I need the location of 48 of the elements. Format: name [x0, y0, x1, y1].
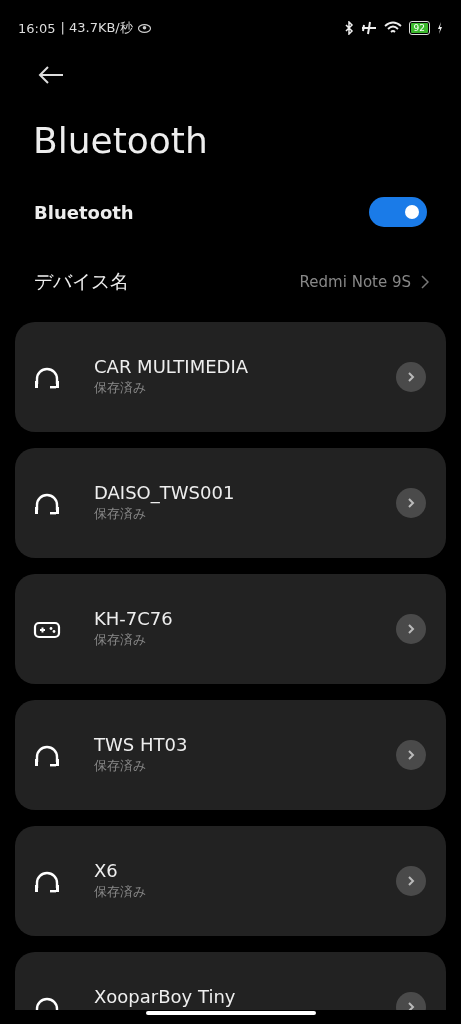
bluetooth-label: Bluetooth — [34, 201, 134, 223]
chevron-icon — [407, 371, 415, 383]
wifi-icon — [383, 21, 402, 35]
device-name: KH-7C76 — [94, 608, 174, 629]
device-name: DAISO_TWS001 — [94, 482, 236, 503]
device-status: 保存済み — [94, 883, 147, 901]
chevron-icon — [407, 875, 415, 887]
headphones-icon — [33, 870, 61, 894]
chevron-icon — [407, 1001, 415, 1010]
headphones-icon — [33, 744, 61, 768]
chevron-icon — [421, 275, 429, 289]
device-status: 保存済み — [94, 757, 147, 775]
back-arrow-icon — [38, 66, 64, 84]
chevron-icon — [407, 749, 415, 761]
device-card[interactable]: TWS HT03 保存済み — [15, 700, 446, 810]
bluetooth-toggle[interactable] — [369, 197, 427, 227]
bluetooth-icon — [344, 21, 354, 35]
device-name-value: Redmi Note 9S — [299, 273, 411, 291]
details-button[interactable] — [396, 488, 426, 518]
device-name: XooparBoy Tiny — [94, 986, 237, 1007]
device-name-row[interactable]: デバイス名 Redmi Note 9S — [0, 267, 461, 297]
chevron-icon — [407, 497, 415, 509]
device-card[interactable]: KH-7C76 保存済み — [15, 574, 446, 684]
device-card[interactable]: X6 保存済み — [15, 826, 446, 936]
battery-indicator: 92 — [408, 21, 430, 35]
details-button[interactable] — [396, 740, 426, 770]
charging-icon — [437, 22, 443, 34]
headphones-icon — [33, 492, 61, 516]
details-button[interactable] — [396, 866, 426, 896]
device-name: TWS HT03 — [94, 734, 189, 755]
device-card[interactable]: DAISO_TWS001 保存済み — [15, 448, 446, 558]
device-status: 保存済み — [94, 631, 147, 649]
device-card[interactable]: CAR MULTIMEDIA 保存済み — [15, 322, 446, 432]
page-title: Bluetooth — [33, 120, 209, 161]
device-name: X6 — [94, 860, 119, 881]
airplane-icon — [360, 21, 377, 35]
device-name-label: デバイス名 — [34, 269, 129, 294]
device-status: 保存済み — [94, 505, 147, 523]
details-button[interactable] — [396, 362, 426, 392]
network-speed: | 43.7KB/秒 — [60, 19, 133, 37]
details-button[interactable] — [396, 614, 426, 644]
headphones-icon — [33, 366, 61, 390]
clock: 16:05 — [18, 20, 56, 36]
device-status: 保存済み — [94, 379, 147, 397]
device-name: CAR MULTIMEDIA — [94, 356, 250, 377]
chevron-icon — [407, 623, 415, 635]
eye-icon — [137, 23, 151, 33]
device-card[interactable]: XooparBoy Tiny — [15, 952, 446, 1010]
